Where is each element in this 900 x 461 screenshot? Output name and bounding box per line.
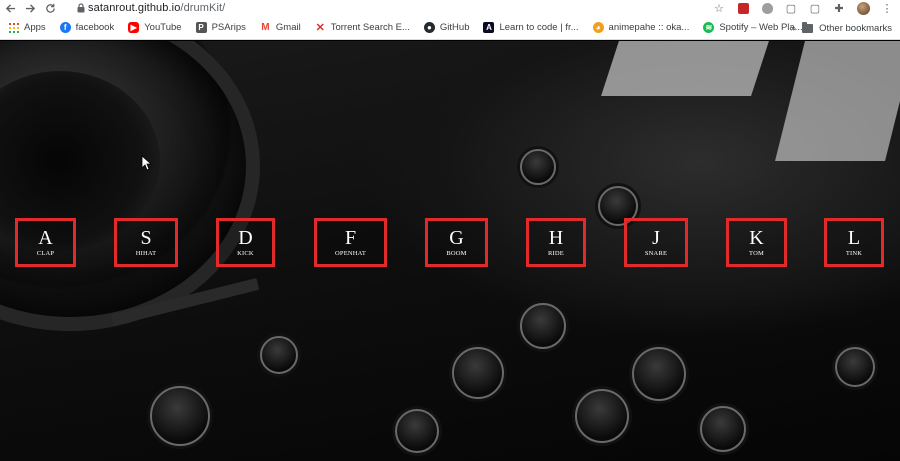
bookmark-spotify[interactable]: ≋ Spotify – Web Pla... [703, 16, 803, 40]
drum-key-letter: F [344, 226, 357, 249]
drum-sound-label: BOOM [446, 249, 467, 257]
drum-key-h[interactable]: H RIDE [526, 218, 586, 267]
mixer-screen [601, 41, 769, 96]
drum-sound-label: SNARE [644, 249, 668, 257]
back-button[interactable] [0, 0, 20, 16]
drum-key-letter: K [749, 226, 764, 249]
bookmark-github[interactable]: ● GitHub [423, 16, 469, 40]
psarips-icon: P [195, 22, 207, 33]
drum-key-letter: J [652, 226, 660, 249]
bookmark-freecodecamp[interactable]: A Learn to code | fr... [483, 16, 579, 40]
drum-sound-label: HIHAT [135, 249, 157, 257]
drum-key-f[interactable]: F OPENHAT [314, 218, 387, 267]
mixer-knob [700, 406, 746, 452]
drum-sound-label: RIDE [548, 249, 564, 257]
other-bookmarks[interactable]: Other bookmarks [802, 16, 892, 40]
address-bar: satanrout.github.io/drumKit/ ☆ ▢ ▢ ✚ ⋮ [0, 0, 900, 16]
ublock-extension-icon[interactable] [736, 1, 750, 15]
reload-icon [45, 3, 55, 13]
drum-key-k[interactable]: K TOM [726, 218, 787, 267]
bookmark-youtube[interactable]: ▶ YouTube [128, 16, 182, 40]
mixer-knob [575, 389, 629, 443]
drum-key-j[interactable]: J SNARE [624, 218, 688, 267]
drum-sound-label: CLAP [36, 249, 55, 257]
drum-key-d[interactable]: D KICK [216, 218, 275, 267]
extension-icon[interactable]: ▢ [784, 1, 798, 15]
bookmarks-bar: Apps f facebook ▶ YouTube P PSArips M Gm… [0, 16, 900, 40]
reload-button[interactable] [40, 0, 60, 16]
facebook-icon: f [59, 22, 71, 33]
drum-key-letter: S [140, 226, 152, 249]
drum-key-l[interactable]: L TINK [824, 218, 884, 267]
lock-icon [74, 0, 88, 16]
freecodecamp-icon: A [483, 22, 495, 33]
drum-sound-label: KICK [237, 249, 254, 257]
mixer-knob [150, 386, 210, 446]
avatar[interactable] [856, 1, 870, 15]
mouse-cursor-icon [141, 155, 151, 171]
mixer-knob [452, 347, 504, 399]
shield-extension-icon[interactable] [760, 1, 774, 15]
bookmark-star-icon[interactable]: ☆ [712, 1, 726, 15]
drum-key-a[interactable]: A CLAP [15, 218, 76, 267]
forward-button[interactable] [20, 0, 40, 16]
github-icon: ● [423, 22, 435, 33]
mixer-knob [520, 303, 566, 349]
bookmark-facebook[interactable]: f facebook [59, 16, 114, 40]
apps-grid-icon [8, 22, 19, 33]
menu-kebab-icon[interactable]: ⋮ [880, 1, 894, 15]
extension-icon[interactable]: ▢ [808, 1, 822, 15]
mixer-knob [835, 347, 875, 387]
bookmark-animepahe[interactable]: ◕ animepahe :: oka... [592, 16, 689, 40]
bookmark-psarips[interactable]: P PSArips [195, 16, 246, 40]
mixer-screen [775, 41, 900, 161]
youtube-icon: ▶ [128, 22, 140, 33]
torrent-icon: ✕ [315, 22, 325, 34]
url-text: satanrout.github.io/drumKit/ [88, 2, 226, 14]
drum-key-letter: G [449, 226, 464, 249]
bookmark-gmail[interactable]: M Gmail [259, 16, 301, 40]
drum-key-letter: H [548, 226, 564, 249]
animepahe-icon: ◕ [592, 22, 604, 33]
drum-key-s[interactable]: S HIHAT [114, 218, 178, 267]
url-field[interactable]: satanrout.github.io/drumKit/ [74, 0, 225, 16]
back-arrow-icon [5, 3, 15, 13]
mixer-knob [632, 347, 686, 401]
extensions-puzzle-icon[interactable]: ✚ [832, 1, 846, 15]
mixer-knob [260, 336, 298, 374]
bookmarks-overflow-button[interactable]: » [790, 16, 796, 40]
drum-sound-label: TOM [749, 249, 764, 257]
spotify-icon: ≋ [703, 22, 715, 33]
drum-key-g[interactable]: G BOOM [425, 218, 488, 267]
bookmark-torrent-search[interactable]: ✕ Torrent Search E... [315, 16, 410, 40]
drum-kit-page: A CLAP S HIHAT D KICK F OPENHAT G BOOM H… [0, 41, 900, 461]
mixer-knob [520, 149, 556, 185]
drum-key-letter: D [238, 226, 253, 249]
forward-arrow-icon [25, 3, 35, 13]
gmail-icon: M [259, 22, 271, 33]
bookmark-apps[interactable]: Apps [8, 16, 46, 40]
drum-key-letter: L [847, 226, 861, 249]
drum-sound-label: OPENHAT [334, 249, 366, 257]
folder-icon [802, 21, 814, 33]
drum-sound-label: TINK [845, 249, 863, 257]
mixer-knob [395, 409, 439, 453]
drum-key-letter: A [38, 226, 53, 249]
